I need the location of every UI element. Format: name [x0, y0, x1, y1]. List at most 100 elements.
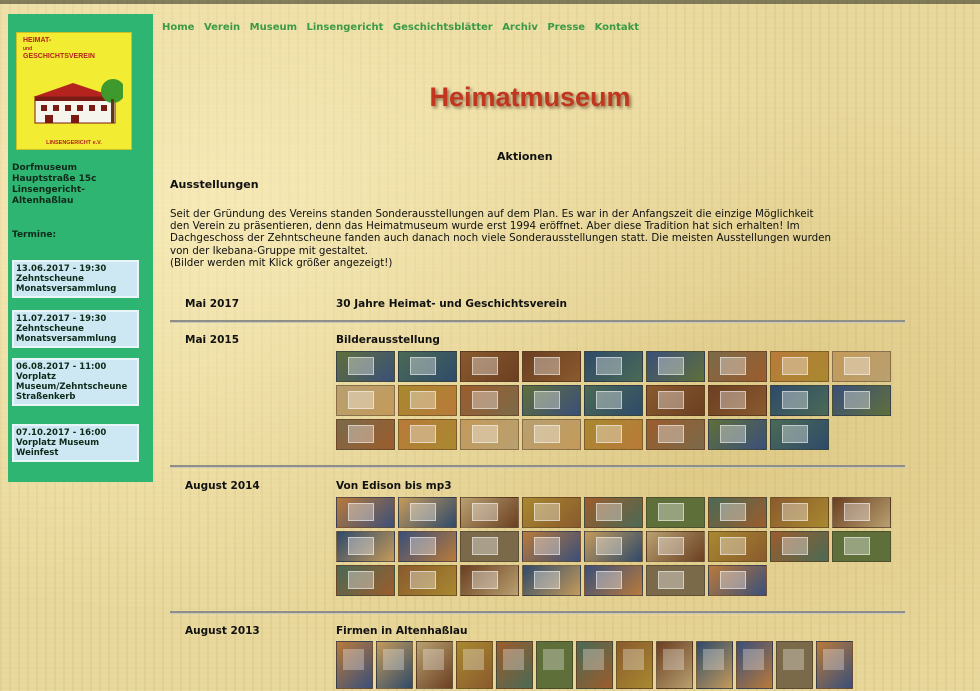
gallery-thumbnail[interactable] — [398, 497, 457, 528]
top-border — [0, 0, 980, 4]
termin-item[interactable]: 13.06.2017 - 19:30 Zehntscheune Monatsve… — [12, 260, 139, 298]
gallery-thumbnail[interactable] — [776, 641, 813, 689]
gallery-thumbnail[interactable] — [832, 497, 891, 528]
termine-label: Termine: — [12, 230, 57, 240]
gallery-thumbnail[interactable] — [336, 531, 395, 562]
gallery-thumbnail[interactable] — [708, 565, 767, 596]
gallery-thumbnail[interactable] — [696, 641, 733, 689]
gallery-thumbnail[interactable] — [770, 531, 829, 562]
divider — [170, 611, 905, 614]
gallery-thumbnail[interactable] — [584, 565, 643, 596]
gallery-thumbnail[interactable] — [336, 419, 395, 450]
nav-archiv[interactable]: Archiv — [502, 22, 538, 33]
gallery-thumbnail[interactable] — [832, 531, 891, 562]
gallery-thumbnail[interactable] — [336, 641, 373, 689]
gallery-thumbnail[interactable] — [522, 419, 581, 450]
subsection-heading: Ausstellungen — [170, 178, 259, 191]
gallery-thumbnail[interactable] — [496, 641, 533, 689]
gallery-thumbnail[interactable] — [646, 531, 705, 562]
page-title: Heimatmuseum — [429, 82, 631, 112]
gallery-thumbnail[interactable] — [456, 641, 493, 689]
gallery-thumbnail[interactable] — [708, 385, 767, 416]
gallery-thumbnail[interactable] — [770, 351, 829, 382]
gallery-thumbnail[interactable] — [398, 351, 457, 382]
termin-item[interactable]: 06.08.2017 - 11:00 Vorplatz Museum/Zehnt… — [12, 358, 139, 406]
main-nav: Home Verein Museum Linsengericht Geschic… — [162, 22, 645, 33]
gallery-thumbnail[interactable] — [584, 531, 643, 562]
gallery-thumbnail[interactable] — [398, 565, 457, 596]
gallery-thumbnail[interactable] — [708, 531, 767, 562]
gallery-thumbnail[interactable] — [460, 385, 519, 416]
logo-text: HEIMAT- und GESCHICHTSVEREIN — [23, 37, 95, 60]
gallery-thumbnail[interactable] — [522, 565, 581, 596]
exhibition-title: Bilderausstellung — [336, 334, 440, 346]
gallery-thumbnail[interactable] — [522, 385, 581, 416]
exhibition-title: 30 Jahre Heimat- und Geschichtsverein — [336, 298, 567, 310]
gallery-thumbnail[interactable] — [584, 419, 643, 450]
gallery-thumbnail[interactable] — [584, 497, 643, 528]
gallery-thumbnail[interactable] — [576, 641, 613, 689]
gallery-thumbnail[interactable] — [460, 419, 519, 450]
exhibition-date: Mai 2017 — [185, 298, 240, 310]
logo-subtitle: LINSENGERICHT e.V. — [46, 140, 102, 146]
gallery-thumbnail[interactable] — [584, 385, 643, 416]
gallery-thumbnail[interactable] — [832, 351, 891, 382]
nav-verein[interactable]: Verein — [204, 22, 240, 33]
gallery-thumbnail[interactable] — [460, 531, 519, 562]
gallery-thumbnail[interactable] — [736, 641, 773, 689]
gallery-thumbnail[interactable] — [646, 497, 705, 528]
gallery-thumbnail[interactable] — [656, 641, 693, 689]
gallery-thumbnail[interactable] — [522, 351, 581, 382]
nav-geschichtsblaetter[interactable]: Geschichtsblätter — [393, 22, 493, 33]
gallery-thumbnail[interactable] — [398, 385, 457, 416]
thumbnail-gallery — [336, 641, 853, 689]
nav-home[interactable]: Home — [162, 22, 194, 33]
exhibition-title: Firmen in Altenhaßlau — [336, 625, 468, 637]
gallery-thumbnail[interactable] — [770, 497, 829, 528]
address: Dorfmuseum Hauptstraße 15c Linsengericht… — [12, 163, 97, 206]
nav-presse[interactable]: Presse — [547, 22, 585, 33]
gallery-thumbnail[interactable] — [398, 419, 457, 450]
gallery-thumbnail[interactable] — [708, 497, 767, 528]
gallery-thumbnail[interactable] — [646, 351, 705, 382]
thumbnail-gallery — [336, 351, 891, 450]
gallery-thumbnail[interactable] — [460, 565, 519, 596]
nav-museum[interactable]: Museum — [250, 22, 297, 33]
gallery-thumbnail[interactable] — [460, 497, 519, 528]
nav-linsengericht[interactable]: Linsengericht — [307, 22, 384, 33]
exhibition-date: August 2013 — [185, 625, 260, 637]
gallery-thumbnail[interactable] — [616, 641, 653, 689]
gallery-thumbnail[interactable] — [646, 419, 705, 450]
gallery-thumbnail[interactable] — [522, 531, 581, 562]
nav-kontakt[interactable]: Kontakt — [595, 22, 640, 33]
gallery-thumbnail[interactable] — [708, 419, 767, 450]
termin-item[interactable]: 07.10.2017 - 16:00 Vorplatz Museum Weinf… — [12, 424, 139, 462]
gallery-thumbnail[interactable] — [336, 351, 395, 382]
gallery-thumbnail[interactable] — [336, 565, 395, 596]
house-icon — [33, 79, 123, 124]
gallery-thumbnail[interactable] — [832, 385, 891, 416]
gallery-thumbnail[interactable] — [646, 565, 705, 596]
divider — [170, 465, 905, 468]
gallery-thumbnail[interactable] — [646, 385, 705, 416]
gallery-thumbnail[interactable] — [522, 497, 581, 528]
intro-text: Seit der Gründung des Vereins standen So… — [170, 208, 832, 269]
gallery-thumbnail[interactable] — [398, 531, 457, 562]
gallery-thumbnail[interactable] — [816, 641, 853, 689]
gallery-thumbnail[interactable] — [770, 419, 829, 450]
gallery-thumbnail[interactable] — [336, 497, 395, 528]
termin-item[interactable]: 11.07.2017 - 19:30 Zehntscheune Monatsve… — [12, 310, 139, 348]
thumbnail-gallery — [336, 497, 891, 596]
gallery-thumbnail[interactable] — [708, 351, 767, 382]
gallery-thumbnail[interactable] — [336, 385, 395, 416]
divider — [170, 320, 905, 323]
exhibition-date: Mai 2015 — [185, 334, 240, 346]
gallery-thumbnail[interactable] — [460, 351, 519, 382]
club-logo[interactable]: HEIMAT- und GESCHICHTSVEREIN LINSENGERIC… — [16, 32, 132, 150]
gallery-thumbnail[interactable] — [416, 641, 453, 689]
sidebar: HEIMAT- und GESCHICHTSVEREIN LINSENGERIC… — [8, 14, 153, 482]
gallery-thumbnail[interactable] — [536, 641, 573, 689]
gallery-thumbnail[interactable] — [770, 385, 829, 416]
gallery-thumbnail[interactable] — [376, 641, 413, 689]
gallery-thumbnail[interactable] — [584, 351, 643, 382]
